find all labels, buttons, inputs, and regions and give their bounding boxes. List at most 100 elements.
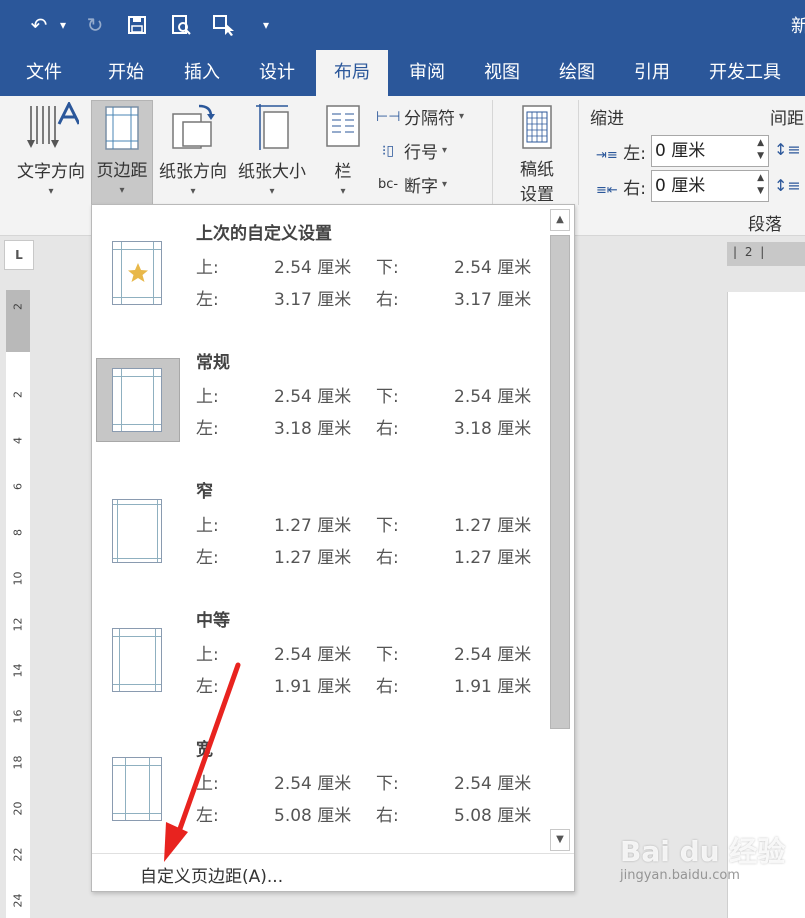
left-label: 左: bbox=[196, 290, 219, 310]
columns-button[interactable]: 栏 ▾ bbox=[318, 102, 368, 197]
print-preview-icon[interactable] bbox=[168, 10, 194, 40]
document-page[interactable] bbox=[727, 292, 805, 918]
ribbon-tabs: 文件 开始 插入 设计 布局 审阅 视图 绘图 引用 开发工具 bbox=[0, 50, 805, 96]
left-value: 1.27 厘米 bbox=[274, 548, 352, 568]
margin-option-normal[interactable]: 常规 上: 2.54 厘米 下: 2.54 厘米 左: 3.18 厘米 右: 3… bbox=[92, 336, 547, 465]
title-bar: ↶ ▾ ↻ ▾ 新 bbox=[0, 0, 805, 50]
tab-insert[interactable]: 插入 bbox=[168, 50, 236, 96]
custom-margins-menu-item[interactable]: 自定义页边距(A)... bbox=[92, 853, 574, 892]
manuscript-settings-button[interactable]: 稿纸 设置 bbox=[508, 104, 566, 205]
top-value: 1.27 厘米 bbox=[274, 516, 352, 536]
tab-review[interactable]: 审阅 bbox=[393, 50, 461, 96]
tab-file[interactable]: 文件 bbox=[10, 50, 78, 96]
margin-option-moderate[interactable]: 中等 上: 2.54 厘米 下: 2.54 厘米 左: 1.91 厘米 右: 1… bbox=[92, 594, 547, 723]
chevron-down-icon: ▾ bbox=[442, 145, 448, 156]
margin-preview-icon bbox=[112, 368, 162, 432]
touch-mode-icon[interactable] bbox=[210, 10, 238, 40]
spinner-arrows-icon[interactable]: ▲ ▼ bbox=[757, 137, 764, 163]
breaks-button[interactable]: ⊢⊣ 分隔符 ▾ bbox=[376, 104, 465, 130]
bottom-value: 2.54 厘米 bbox=[454, 645, 532, 665]
tab-home[interactable]: 开始 bbox=[92, 50, 160, 96]
paper-size-icon bbox=[256, 104, 289, 150]
ruler-number: 12 bbox=[11, 617, 25, 632]
ruler-number: 20 bbox=[11, 801, 25, 816]
orientation-label: 纸张方向 bbox=[159, 162, 227, 182]
indent-left-label: ⇥≡ 左: bbox=[596, 144, 646, 164]
left-value: 5.08 厘米 bbox=[274, 806, 352, 826]
margin-option-wide[interactable]: 宽 上: 2.54 厘米 下: 2.54 厘米 左: 5.08 厘米 右: 5.… bbox=[92, 723, 547, 852]
chevron-down-icon: ▾ bbox=[119, 185, 125, 196]
hyphenation-label: 断字 bbox=[404, 177, 438, 197]
bottom-label: 下: bbox=[376, 516, 399, 536]
tab-references[interactable]: 引用 bbox=[618, 50, 686, 96]
ruler-number: 2 bbox=[11, 391, 25, 398]
spacing-header: 间距 bbox=[770, 109, 804, 129]
right-value: 3.17 厘米 bbox=[454, 290, 532, 310]
tab-draw[interactable]: 绘图 bbox=[543, 50, 611, 96]
scroll-up-icon[interactable]: ▲ bbox=[550, 209, 570, 231]
margin-preview-icon bbox=[112, 757, 162, 821]
manuscript-label-2: 设置 bbox=[520, 185, 554, 205]
save-icon[interactable] bbox=[124, 10, 150, 40]
customize-qat-icon[interactable]: ▾ bbox=[258, 10, 274, 40]
margin-preview-icon bbox=[112, 628, 162, 692]
right-value: 1.91 厘米 bbox=[454, 677, 532, 697]
tab-selector[interactable]: L bbox=[4, 240, 34, 270]
columns-label: 栏 bbox=[334, 162, 352, 182]
page-break-icon: ⊢⊣ bbox=[376, 108, 401, 125]
margins-icon bbox=[105, 106, 139, 150]
chevron-down-icon: ▾ bbox=[269, 186, 275, 197]
line-numbers-label: 行号 bbox=[404, 143, 438, 163]
undo-dropdown-icon[interactable]: ▾ bbox=[56, 10, 70, 40]
ruler-number: 22 bbox=[11, 847, 25, 862]
orientation-button[interactable]: 纸张方向 ▾ bbox=[155, 102, 231, 197]
text-direction-label: 文字方向 bbox=[17, 162, 85, 182]
margins-button[interactable]: 页边距 ▾ bbox=[91, 100, 153, 208]
dropdown-scrollbar[interactable]: ▲ ▼ bbox=[548, 207, 572, 853]
ruler-number: 2 bbox=[11, 303, 25, 310]
bottom-label: 下: bbox=[376, 258, 399, 278]
text-direction-button[interactable]: 文字方向 ▾ bbox=[12, 100, 90, 197]
indent-left-input[interactable]: 0 厘米 ▲ ▼ bbox=[651, 135, 769, 167]
group-divider bbox=[578, 100, 579, 205]
scroll-down-icon[interactable]: ▼ bbox=[550, 829, 570, 851]
spinner-arrows-icon[interactable]: ▲ ▼ bbox=[757, 172, 764, 198]
line-numbers-icon: ⁝▯ bbox=[381, 142, 395, 159]
ruler-number: 14 bbox=[11, 663, 25, 678]
hyphenation-button[interactable]: bc- 断字 ▾ bbox=[376, 172, 447, 197]
star-icon bbox=[128, 263, 148, 282]
horizontal-ruler: | 2 | bbox=[727, 242, 805, 266]
line-numbers-button[interactable]: ⁝▯ 行号 ▾ bbox=[376, 138, 448, 164]
right-value: 1.27 厘米 bbox=[454, 548, 532, 568]
undo-icon[interactable]: ↶ bbox=[26, 10, 52, 40]
watermark-url: jingyan.baidu.com bbox=[620, 868, 740, 883]
scroll-thumb[interactable] bbox=[550, 235, 570, 729]
redo-icon[interactable]: ↻ bbox=[82, 10, 108, 40]
ruler-number: 18 bbox=[11, 755, 25, 770]
option-name: 窄 bbox=[196, 482, 213, 502]
ruler-number: 4 bbox=[11, 437, 25, 444]
margins-label: 页边距 bbox=[96, 161, 148, 181]
text-direction-icon bbox=[27, 100, 81, 148]
margin-option-last-custom[interactable]: 上次的自定义设置 上: 2.54 厘米 下: 2.54 厘米 左: 3.17 厘… bbox=[92, 207, 547, 336]
bottom-value: 1.27 厘米 bbox=[454, 516, 532, 536]
indent-left-icon: ⇥≡ bbox=[596, 148, 618, 163]
right-label: 右: bbox=[376, 806, 399, 826]
indent-right-input[interactable]: 0 厘米 ▲ ▼ bbox=[651, 170, 769, 202]
right-label: 右: bbox=[376, 419, 399, 439]
tab-developer[interactable]: 开发工具 bbox=[700, 50, 790, 96]
tab-design[interactable]: 设计 bbox=[243, 50, 311, 96]
chevron-down-icon: ▾ bbox=[459, 111, 465, 122]
breaks-label: 分隔符 bbox=[404, 109, 455, 129]
document-title: 新 bbox=[791, 16, 805, 37]
margin-option-narrow[interactable]: 窄 上: 1.27 厘米 下: 1.27 厘米 左: 1.27 厘米 右: 1.… bbox=[92, 465, 547, 594]
option-name: 中等 bbox=[196, 611, 230, 631]
tab-view[interactable]: 视图 bbox=[468, 50, 536, 96]
indent-right-label: ≡⇤ 右: bbox=[596, 179, 646, 199]
chevron-down-icon: ▾ bbox=[48, 186, 54, 197]
size-button[interactable]: 纸张大小 ▾ bbox=[234, 102, 310, 197]
tab-layout[interactable]: 布局 bbox=[316, 50, 388, 96]
top-label: 上: bbox=[196, 645, 219, 665]
watermark-brand: Bai du 经验 bbox=[620, 835, 786, 868]
top-label: 上: bbox=[196, 516, 219, 536]
